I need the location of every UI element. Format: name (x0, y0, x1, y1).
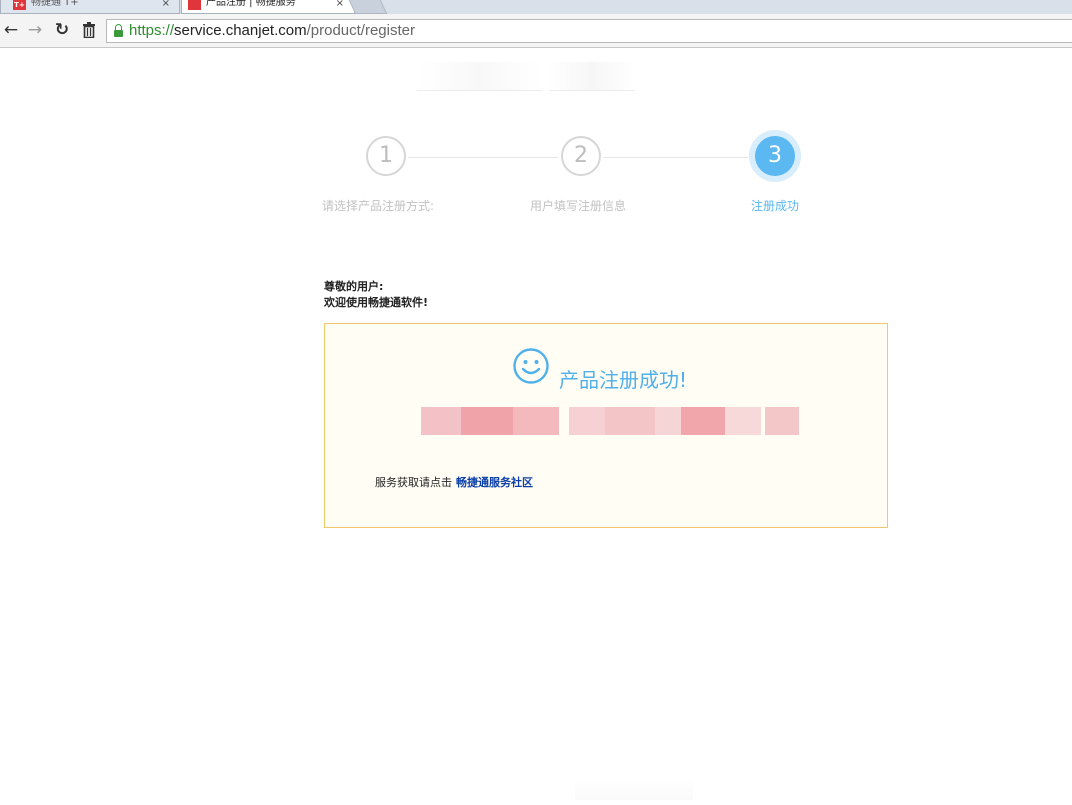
step-connector (603, 157, 748, 158)
service-community-link[interactable]: 畅捷通服务社区 (456, 476, 533, 489)
step-1-circle: 1 (366, 136, 406, 176)
step-3-label: 注册成功 (751, 199, 800, 213)
step-3-circle: 3 (755, 136, 795, 176)
greeting: 尊敬的用户: 欢迎使用畅捷通软件! (324, 279, 428, 311)
service-line: 服务获取请点击 畅捷通服务社区 (375, 474, 533, 490)
registration-steps: 1 2 3 请选择产品注册方式: 用户填写注册信息 注册成功 (0, 0, 1072, 230)
step-2-label: 用户填写注册信息 (530, 199, 627, 213)
redacted-serial-number (421, 407, 801, 435)
step-1-label: 请选择产品注册方式: (322, 199, 435, 213)
step-connector (408, 157, 558, 158)
service-text: 服务获取请点击 (375, 476, 452, 489)
greeting-line-2: 欢迎使用畅捷通软件! (324, 296, 429, 309)
footer-placeholder (575, 778, 693, 800)
step-2-circle: 2 (561, 136, 601, 176)
success-panel: 产品注册成功! 服务获取请点击 畅捷通服务社区 (324, 323, 888, 528)
greeting-line-1: 尊敬的用户: (324, 280, 384, 293)
success-title: 产品注册成功! (559, 368, 688, 392)
smile-icon (513, 348, 549, 384)
